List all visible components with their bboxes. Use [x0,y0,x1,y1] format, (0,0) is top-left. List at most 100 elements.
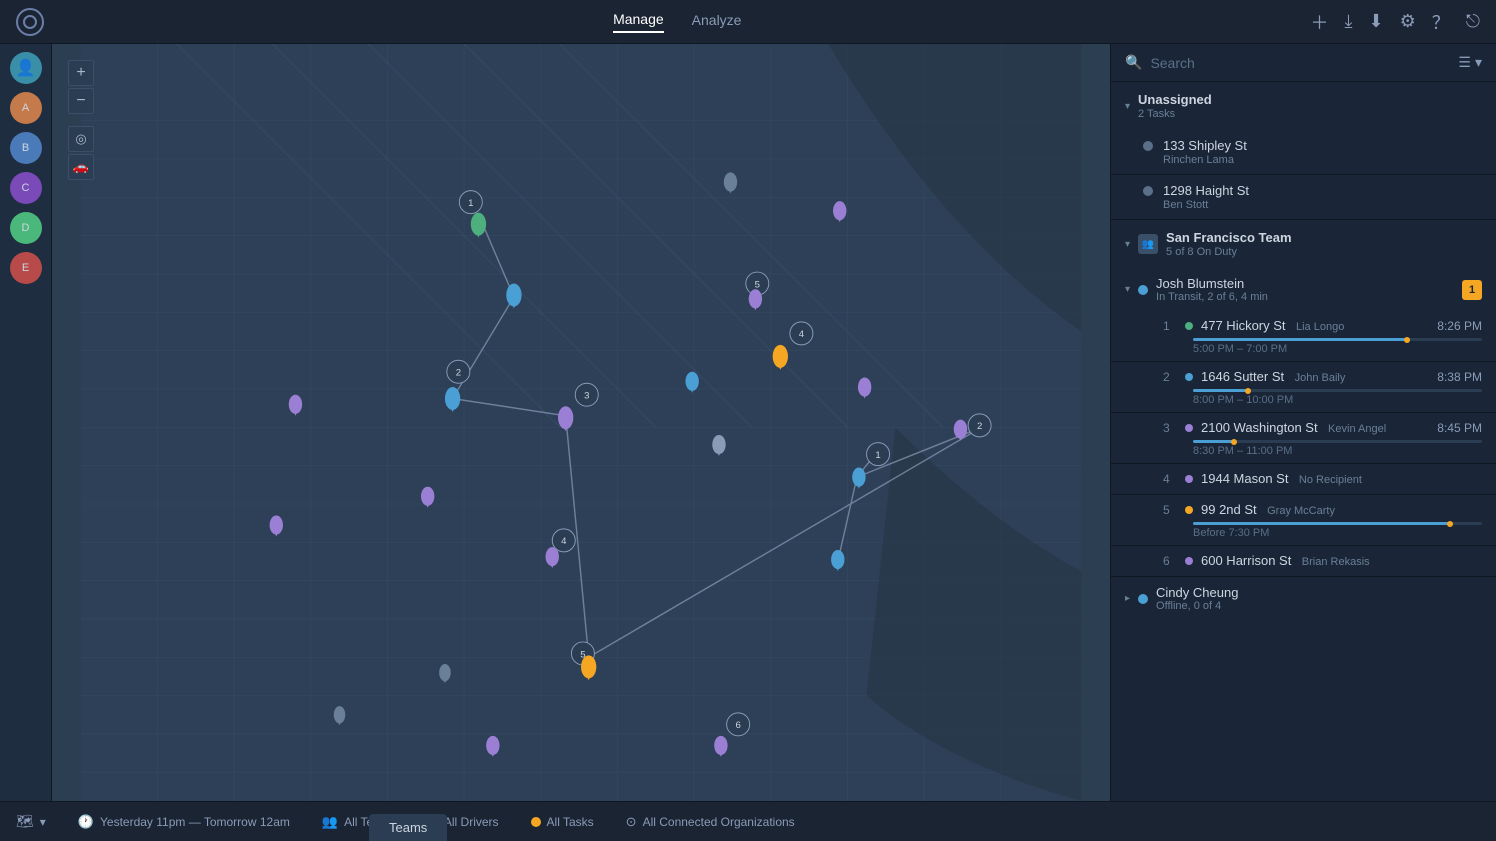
bottom-org-label: All Connected Organizations [643,815,795,829]
view-toggle[interactable]: ☰ ▾ [1458,54,1482,71]
tab-analyze[interactable]: Analyze [692,12,742,32]
route-address-2: 1646 Sutter St [1201,369,1284,384]
route-dot-1 [1185,322,1193,330]
chevron-down-icon: ▾ [1475,54,1482,71]
bottom-time[interactable]: 🕐 Yesterday 11pm — Tomorrow 12am [78,814,290,830]
clock-icon: 🕐 [78,814,94,830]
svg-text:1: 1 [875,450,880,461]
team-icon: 👥 [1138,234,1158,254]
route-time-3: 8:45 PM [1437,421,1482,435]
route-item-2[interactable]: 2 1646 Sutter St John Baily 8:38 PM 8:00… [1111,362,1496,413]
task-address-1: 133 Shipley St [1163,138,1482,153]
route-bar-5 [1193,522,1482,525]
avatar-1[interactable]: A [10,92,42,124]
task-info-2: 1298 Haight St Ben Stott [1163,183,1482,211]
route-time-1: 8:26 PM [1437,319,1482,333]
main-content: 👤 A B C D E [0,44,1496,801]
sf-team-chevron: ▾ [1125,239,1130,250]
cindy-dot [1138,594,1148,604]
avatar-5[interactable]: E [10,252,42,284]
route-bar-fill-1 [1193,338,1410,341]
route-person-3: Kevin Angel [1328,423,1386,435]
help-icon[interactable]: ？ [1432,9,1450,35]
tab-manage[interactable]: Manage [613,11,664,33]
svg-text:3: 3 [584,391,589,402]
josh-badge: 1 [1462,280,1482,300]
bottom-tasks[interactable]: All Tasks [531,815,594,829]
unassigned-count: 2 Tasks [1138,108,1482,120]
route-bar-fill-3 [1193,440,1236,443]
zoom-in-button[interactable]: + [68,60,94,86]
route-header-1: 1 477 Hickory St Lia Longo 8:26 PM [1163,317,1482,335]
unassigned-title: Unassigned [1138,92,1482,107]
bottom-bar: 🗺 ▾ 🕐 Yesterday 11pm — Tomorrow 12am 👥 A… [0,801,1496,841]
route-bar-fill-2 [1193,389,1251,392]
route-bar-3 [1193,440,1482,443]
route-header-5: 5 99 2nd St Gray McCarty [1163,501,1482,519]
bottom-chevron: ▾ [40,815,46,829]
route-bar-fill-5 [1193,522,1453,525]
route-header-3: 3 2100 Washington St Kevin Angel 8:45 PM [1163,419,1482,437]
bottom-map-icon[interactable]: 🗺 ▾ [16,813,46,830]
josh-info: Josh Blumstein In Transit, 2 of 6, 4 min [1156,276,1454,303]
sf-team-status: 5 of 8 On Duty [1166,246,1482,258]
route-address-1: 477 Hickory St [1201,318,1286,333]
route-bar-dot-2 [1245,388,1251,394]
map-container[interactable]: 1 2 3 [52,44,1110,801]
cindy-info: Cindy Cheung Offline, 0 of 4 [1156,585,1482,612]
svg-text:2: 2 [977,421,982,432]
route-person-5: Gray McCarty [1267,505,1335,517]
tasks-dot [531,817,541,827]
bottom-tasks-label: All Tasks [547,815,594,829]
search-icon: 🔍 [1125,54,1142,71]
import-icon[interactable]: ⤓ [1345,11,1353,32]
unassigned-section-header[interactable]: ▾ Unassigned 2 Tasks [1111,82,1496,130]
search-input[interactable] [1150,55,1450,71]
route-item-5[interactable]: 5 99 2nd St Gray McCarty Before 7:30 PM [1111,495,1496,546]
avatar-3[interactable]: C [10,172,42,204]
logo[interactable] [16,8,44,36]
teams-tab[interactable]: Teams [369,814,447,841]
map-controls: + − ◎ 🚗 [68,60,94,180]
car-button[interactable]: 🚗 [68,154,94,180]
route-item-4[interactable]: 4 1944 Mason St No Recipient [1111,464,1496,495]
teams-icon: 👥 [322,814,338,830]
route-item-1[interactable]: 1 477 Hickory St Lia Longo 8:26 PM 5:00 … [1111,311,1496,362]
cindy-chevron: ▸ [1125,593,1130,604]
route-num-5: 5 [1163,503,1177,517]
avatar-2[interactable]: B [10,132,42,164]
josh-chevron: ▾ [1125,284,1130,295]
avatar-0[interactable]: 👤 [10,52,42,84]
cindy-status: Offline, 0 of 4 [1156,600,1482,612]
settings-icon[interactable]: ⚙ [1400,11,1416,32]
cindy-header[interactable]: ▸ Cindy Cheung Offline, 0 of 4 [1111,577,1496,620]
logout-icon[interactable]: ⎋ [1466,11,1480,32]
route-person-1: Lia Longo [1296,321,1344,333]
route-item-6[interactable]: 6 600 Harrison St Brian Rekasis [1111,546,1496,577]
route-item-3[interactable]: 3 2100 Washington St Kevin Angel 8:45 PM… [1111,413,1496,464]
map-svg: 1 2 3 [52,44,1110,801]
driver-josh-header[interactable]: ▾ Josh Blumstein In Transit, 2 of 6, 4 m… [1111,268,1496,311]
route-address-4: 1944 Mason St [1201,471,1288,486]
route-address-6: 600 Harrison St [1201,553,1291,568]
add-icon[interactable]: ＋ [1311,9,1329,35]
bottom-drivers-label: All Drivers [444,815,499,829]
sf-team-name: San Francisco Team [1166,230,1482,245]
logo-inner [23,15,37,29]
route-person-6: Brian Rekasis [1302,556,1370,568]
sf-team-header[interactable]: ▾ 👥 San Francisco Team 5 of 8 On Duty [1111,220,1496,268]
avatar-4[interactable]: D [10,212,42,244]
svg-text:5: 5 [755,279,760,290]
route-dot-4 [1185,475,1193,483]
locate-button[interactable]: ◎ [68,126,94,152]
bottom-organizations[interactable]: ⊙ All Connected Organizations [626,814,795,830]
download-icon[interactable]: ⬇ [1369,11,1384,32]
svg-text:4: 4 [799,329,805,340]
task-item-2[interactable]: 1298 Haight St Ben Stott [1111,175,1496,220]
search-bar: 🔍 ☰ ▾ [1111,44,1496,82]
zoom-out-button[interactable]: − [68,88,94,114]
route-address-3: 2100 Washington St [1201,420,1318,435]
task-item-1[interactable]: 133 Shipley St Rinchen Lama [1111,130,1496,175]
route-bar-dot-3 [1231,439,1237,445]
route-dot-5 [1185,506,1193,514]
